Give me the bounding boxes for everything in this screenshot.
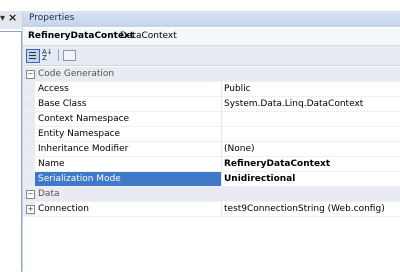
property-row[interactable]: Serialization Mode Unidirectional — [23, 172, 400, 187]
column-divider — [221, 157, 222, 171]
property-name: Entity Namespace — [38, 129, 121, 139]
property-pages-icon[interactable] — [63, 50, 76, 61]
property-name: Name — [38, 159, 65, 169]
row-gutter — [23, 172, 35, 186]
column-divider — [221, 172, 222, 186]
object-selector[interactable]: RefineryDataContext DataContext — [23, 28, 400, 46]
category-row[interactable]: − Data — [23, 187, 400, 202]
property-name: Inheritance Modifier — [38, 144, 129, 154]
properties-toolbar: A↓ Z — [23, 46, 400, 66]
property-value[interactable]: Unidirectional — [224, 174, 295, 184]
categorized-icon[interactable] — [26, 49, 40, 63]
left-pane: ▾ × — [0, 0, 22, 272]
property-name: Connection — [38, 204, 89, 214]
column-divider — [221, 112, 222, 126]
window-title: Properties — [29, 13, 75, 23]
property-name: Serialization Mode — [38, 174, 121, 184]
column-divider — [221, 202, 222, 216]
left-pane-content — [0, 31, 22, 272]
close-icon[interactable]: × — [8, 11, 17, 24]
properties-window: Properties RefineryDataContext DataConte… — [22, 11, 400, 271]
object-name: RefineryDataContext — [28, 31, 135, 41]
property-grid: − Code Generation Access Public Base Class Sy… — [23, 67, 400, 217]
property-row[interactable]: Inheritance Modifier (None) — [23, 142, 400, 157]
column-divider — [221, 82, 222, 96]
property-name: Base Class — [38, 99, 87, 109]
row-gutter — [23, 142, 35, 156]
property-row[interactable]: Entity Namespace — [23, 127, 400, 142]
row-gutter — [23, 97, 35, 111]
row-gutter — [23, 157, 35, 171]
property-row[interactable]: Access Public — [23, 82, 400, 97]
row-gutter — [23, 127, 35, 141]
object-type: DataContext — [120, 31, 177, 41]
property-value[interactable]: test9ConnectionString (Web.config) — [224, 204, 385, 214]
property-row[interactable]: Base Class System.Data.Linq.DataContext — [23, 97, 400, 112]
property-row[interactable]: Context Namespace — [23, 112, 400, 127]
row-gutter — [23, 82, 35, 96]
category-row[interactable]: − Code Generation — [23, 67, 400, 82]
property-value[interactable]: RefineryDataContext — [224, 159, 330, 169]
property-row[interactable]: + Connection test9ConnectionString (Web.co… — [23, 202, 400, 217]
property-row[interactable]: Name RefineryDataContext — [23, 157, 400, 172]
properties-title-bar[interactable]: Properties — [23, 11, 400, 27]
grid-empty-area — [23, 218, 400, 271]
category-label: Data — [38, 189, 60, 199]
property-name: Access — [38, 84, 69, 94]
row-gutter — [23, 112, 35, 126]
column-divider — [221, 127, 222, 141]
collapse-icon[interactable]: − — [26, 190, 35, 199]
property-value[interactable]: Public — [224, 84, 251, 94]
toolbar-separator — [58, 49, 59, 61]
column-divider — [221, 142, 222, 156]
property-value[interactable]: System.Data.Linq.DataContext — [224, 99, 363, 109]
property-value[interactable]: (None) — [224, 144, 255, 154]
collapse-icon[interactable]: − — [26, 70, 35, 79]
property-name: Context Namespace — [38, 114, 130, 124]
dropdown-arrow-icon[interactable]: ▾ — [0, 13, 5, 24]
expand-icon[interactable]: + — [26, 205, 35, 214]
alphabetical-icon[interactable]: A↓ Z — [42, 49, 54, 62]
column-divider — [221, 97, 222, 111]
category-label: Code Generation — [38, 69, 115, 79]
